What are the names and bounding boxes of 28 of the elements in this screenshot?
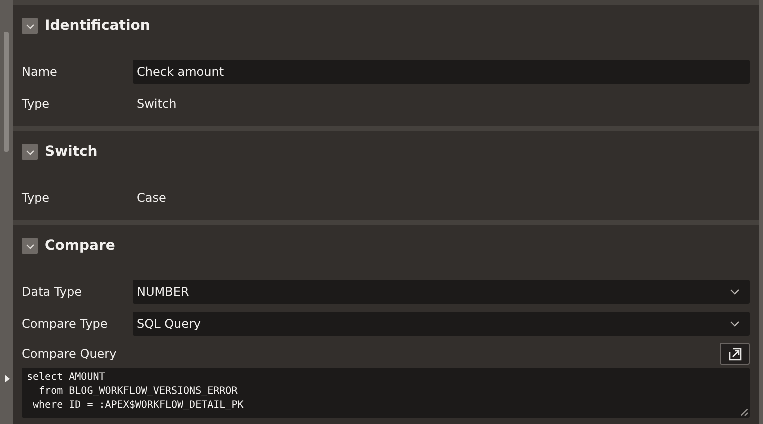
section-title: Switch: [45, 144, 98, 160]
field-label: Data Type: [22, 285, 84, 299]
chevron-down-icon: [26, 22, 34, 30]
scrollbar-thumb[interactable]: [4, 32, 9, 152]
resize-grip-icon: [741, 409, 748, 416]
chevron-down-icon: [730, 289, 740, 295]
field-label: Type: [22, 97, 51, 111]
field-label: Compare Type: [22, 317, 109, 331]
expand-arrow-icon[interactable]: [5, 375, 10, 383]
field-value: Case: [136, 191, 166, 205]
field-label: Type: [22, 191, 51, 205]
select-field[interactable]: NUMBER: [133, 280, 750, 304]
collapse-toggle[interactable]: [22, 18, 38, 34]
field-label: Compare Query: [22, 347, 117, 361]
field-value: Switch: [136, 97, 177, 111]
chevron-down-icon: [730, 321, 740, 327]
select-field[interactable]: SQL Query: [133, 312, 750, 336]
input-field[interactable]: Check amount: [133, 60, 750, 84]
expand-icon: [728, 348, 742, 360]
code-editor[interactable]: select AMOUNT from BLOG_WORKFLOW_VERSIONS_ERROR where ID = :APEX$WORKFLOW_DETAIL_PK: [22, 368, 750, 418]
collapse-toggle[interactable]: [22, 144, 38, 160]
chevron-down-icon: [26, 242, 34, 250]
field-label: Name: [22, 65, 58, 79]
collapse-toggle[interactable]: [22, 238, 38, 254]
expand-button[interactable]: [720, 343, 750, 365]
section-title: Identification: [45, 18, 150, 34]
section-title: Compare: [45, 238, 116, 254]
chevron-down-icon: [26, 148, 34, 156]
